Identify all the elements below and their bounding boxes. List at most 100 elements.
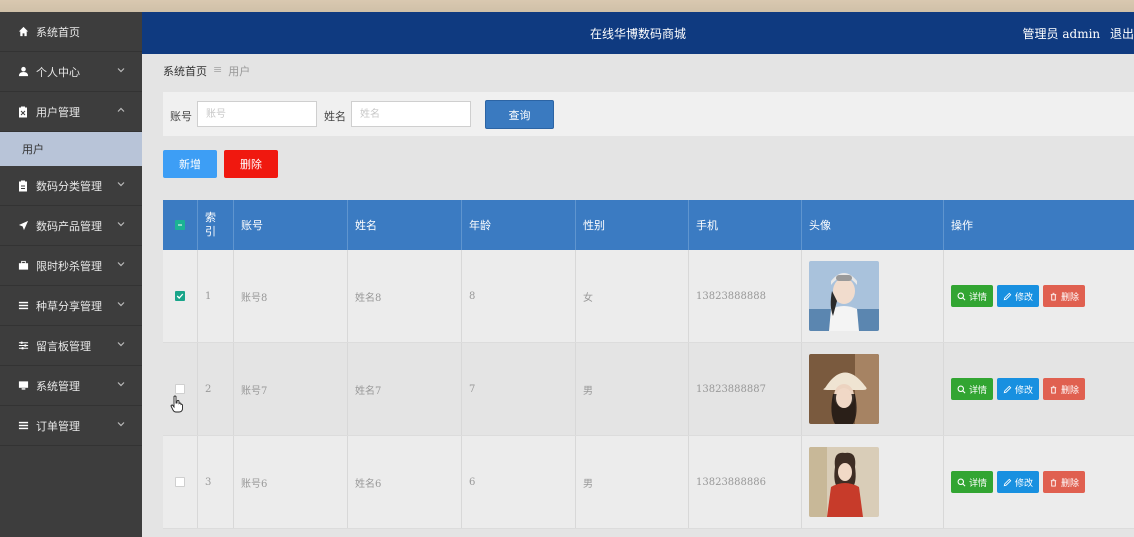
column-header-label: 索引 <box>205 211 216 238</box>
site-title: 在线华博数码商城 <box>589 27 686 41</box>
admin-label: 管理员 admin <box>1022 27 1101 41</box>
column-header-name: 姓名 <box>348 200 462 250</box>
avatar[interactable] <box>809 261 879 331</box>
delete-button[interactable]: 删除 <box>1043 378 1086 400</box>
sidebar-item-flash-sale-management[interactable]: 限时秒杀管理 <box>0 246 142 286</box>
cell-actions: 详情 修改 删除 <box>944 436 1134 528</box>
row-checkbox[interactable] <box>175 291 185 301</box>
detail-button[interactable]: 详情 <box>951 378 994 400</box>
sidebar-item-product-management[interactable]: 数码产品管理 <box>0 206 142 246</box>
column-header-phone: 手机 <box>689 200 802 250</box>
row-select-cell <box>163 343 198 435</box>
cell-age: 8 <box>462 250 576 342</box>
account-label: 账号 <box>170 110 192 123</box>
breadcrumb-current: 用户 <box>228 65 251 78</box>
search-bar: 账号 姓名 查询 <box>163 92 1134 136</box>
sidebar-item-home[interactable]: 系统首页 <box>0 12 142 52</box>
clipboard-icon <box>16 179 30 193</box>
table-row: 3 账号6 姓名6 6 男 13823888886 详情 修改 删除 <box>163 436 1134 529</box>
chevron-down-icon <box>116 339 128 351</box>
sidebar-item-share-management[interactable]: 种草分享管理 <box>0 286 142 326</box>
cell-name: 姓名7 <box>348 343 462 435</box>
sidebar-subitem-user[interactable]: 用户 <box>0 132 142 166</box>
sidebar-item-label: 限时秒杀管理 <box>36 259 102 273</box>
briefcase-icon <box>16 259 30 273</box>
column-header-account: 账号 <box>234 200 348 250</box>
sliders-icon <box>16 339 30 353</box>
row-actions: 详情 修改 删除 <box>951 471 1086 493</box>
add-button[interactable]: 新增 <box>163 150 217 178</box>
sidebar: 系统首页 个人中心 用户管理 用户 数码分类管理 数码产品管理 限时秒杀管理 种… <box>0 12 142 537</box>
detail-button[interactable]: 详情 <box>951 285 994 307</box>
select-all-checkbox[interactable] <box>175 220 185 230</box>
chevron-down-icon <box>116 65 128 77</box>
chevron-up-icon <box>116 105 128 117</box>
row-select-cell <box>163 250 198 342</box>
search-icon <box>957 478 966 486</box>
top-strip <box>0 0 1134 12</box>
detail-button[interactable]: 详情 <box>951 471 994 493</box>
send-icon <box>16 219 30 233</box>
delete-button[interactable]: 删除 <box>1043 285 1086 307</box>
breadcrumb-home[interactable]: 系统首页 <box>163 63 207 79</box>
sidebar-item-personal-center[interactable]: 个人中心 <box>0 52 142 92</box>
pencil-icon <box>1003 385 1012 393</box>
cell-avatar <box>802 436 944 528</box>
column-header-age: 年龄 <box>462 200 576 250</box>
cell-age: 6 <box>462 436 576 528</box>
row-checkbox[interactable] <box>175 384 185 394</box>
table-row: 1 账号8 姓名8 8 女 13823888888 详情 修改 删除 <box>163 250 1134 343</box>
chevron-down-icon <box>116 219 128 231</box>
sidebar-item-order-management[interactable]: 订单管理 <box>0 406 142 446</box>
account-input[interactable] <box>197 101 317 127</box>
row-select-cell <box>163 436 198 528</box>
query-button[interactable]: 查询 <box>485 100 554 129</box>
sidebar-item-label: 系统管理 <box>36 379 80 393</box>
detail-label: 详情 <box>969 385 988 396</box>
delete-label: 删除 <box>1061 385 1080 396</box>
column-header-avatar: 头像 <box>802 200 944 250</box>
name-input[interactable] <box>351 101 471 127</box>
logout-link[interactable]: 退出 <box>1110 27 1134 41</box>
cell-name: 姓名6 <box>348 436 462 528</box>
cell-phone: 13823888886 <box>689 436 802 528</box>
user-icon <box>16 65 30 79</box>
column-header-actions: 操作 <box>951 219 973 232</box>
sidebar-item-user-management[interactable]: 用户管理 <box>0 92 142 132</box>
top-header: 在线华博数码商城 管理员 admin 退出 <box>142 12 1134 54</box>
edit-label: 修改 <box>1015 385 1034 396</box>
cell-phone: 13823888888 <box>689 250 802 342</box>
sidebar-item-label: 留言板管理 <box>36 339 91 353</box>
edit-button[interactable]: 修改 <box>997 378 1040 400</box>
avatar[interactable] <box>809 354 879 424</box>
column-header-gender: 性别 <box>576 200 689 250</box>
cell-gender: 男 <box>576 436 689 528</box>
sidebar-item-label: 订单管理 <box>36 419 80 433</box>
row-checkbox[interactable] <box>175 477 185 487</box>
pencil-icon <box>1003 478 1012 486</box>
delete-button[interactable]: 删除 <box>1043 471 1086 493</box>
edit-button[interactable]: 修改 <box>997 471 1040 493</box>
table-row: 2 账号7 姓名7 7 男 13823888887 详情 修改 删除 <box>163 343 1134 436</box>
list-icon <box>16 419 30 433</box>
avatar[interactable] <box>809 447 879 517</box>
sidebar-item-label: 数码分类管理 <box>36 179 102 193</box>
pencil-icon <box>1003 292 1012 300</box>
sidebar-item-category-management[interactable]: 数码分类管理 <box>0 166 142 206</box>
home-icon <box>16 25 30 39</box>
search-icon <box>957 292 966 300</box>
chevron-down-icon <box>116 259 128 271</box>
cell-avatar <box>802 343 944 435</box>
chevron-down-icon <box>116 299 128 311</box>
search-icon <box>957 385 966 393</box>
cell-account: 账号6 <box>234 436 348 528</box>
batch-delete-button[interactable]: 删除 <box>224 150 278 178</box>
sidebar-item-system-management[interactable]: 系统管理 <box>0 366 142 406</box>
cell-gender: 男 <box>576 343 689 435</box>
cell-gender: 女 <box>576 250 689 342</box>
list-icon <box>16 299 30 313</box>
cell-phone: 13823888887 <box>689 343 802 435</box>
sidebar-item-message-board[interactable]: 留言板管理 <box>0 326 142 366</box>
cell-name: 姓名8 <box>348 250 462 342</box>
edit-button[interactable]: 修改 <box>997 285 1040 307</box>
